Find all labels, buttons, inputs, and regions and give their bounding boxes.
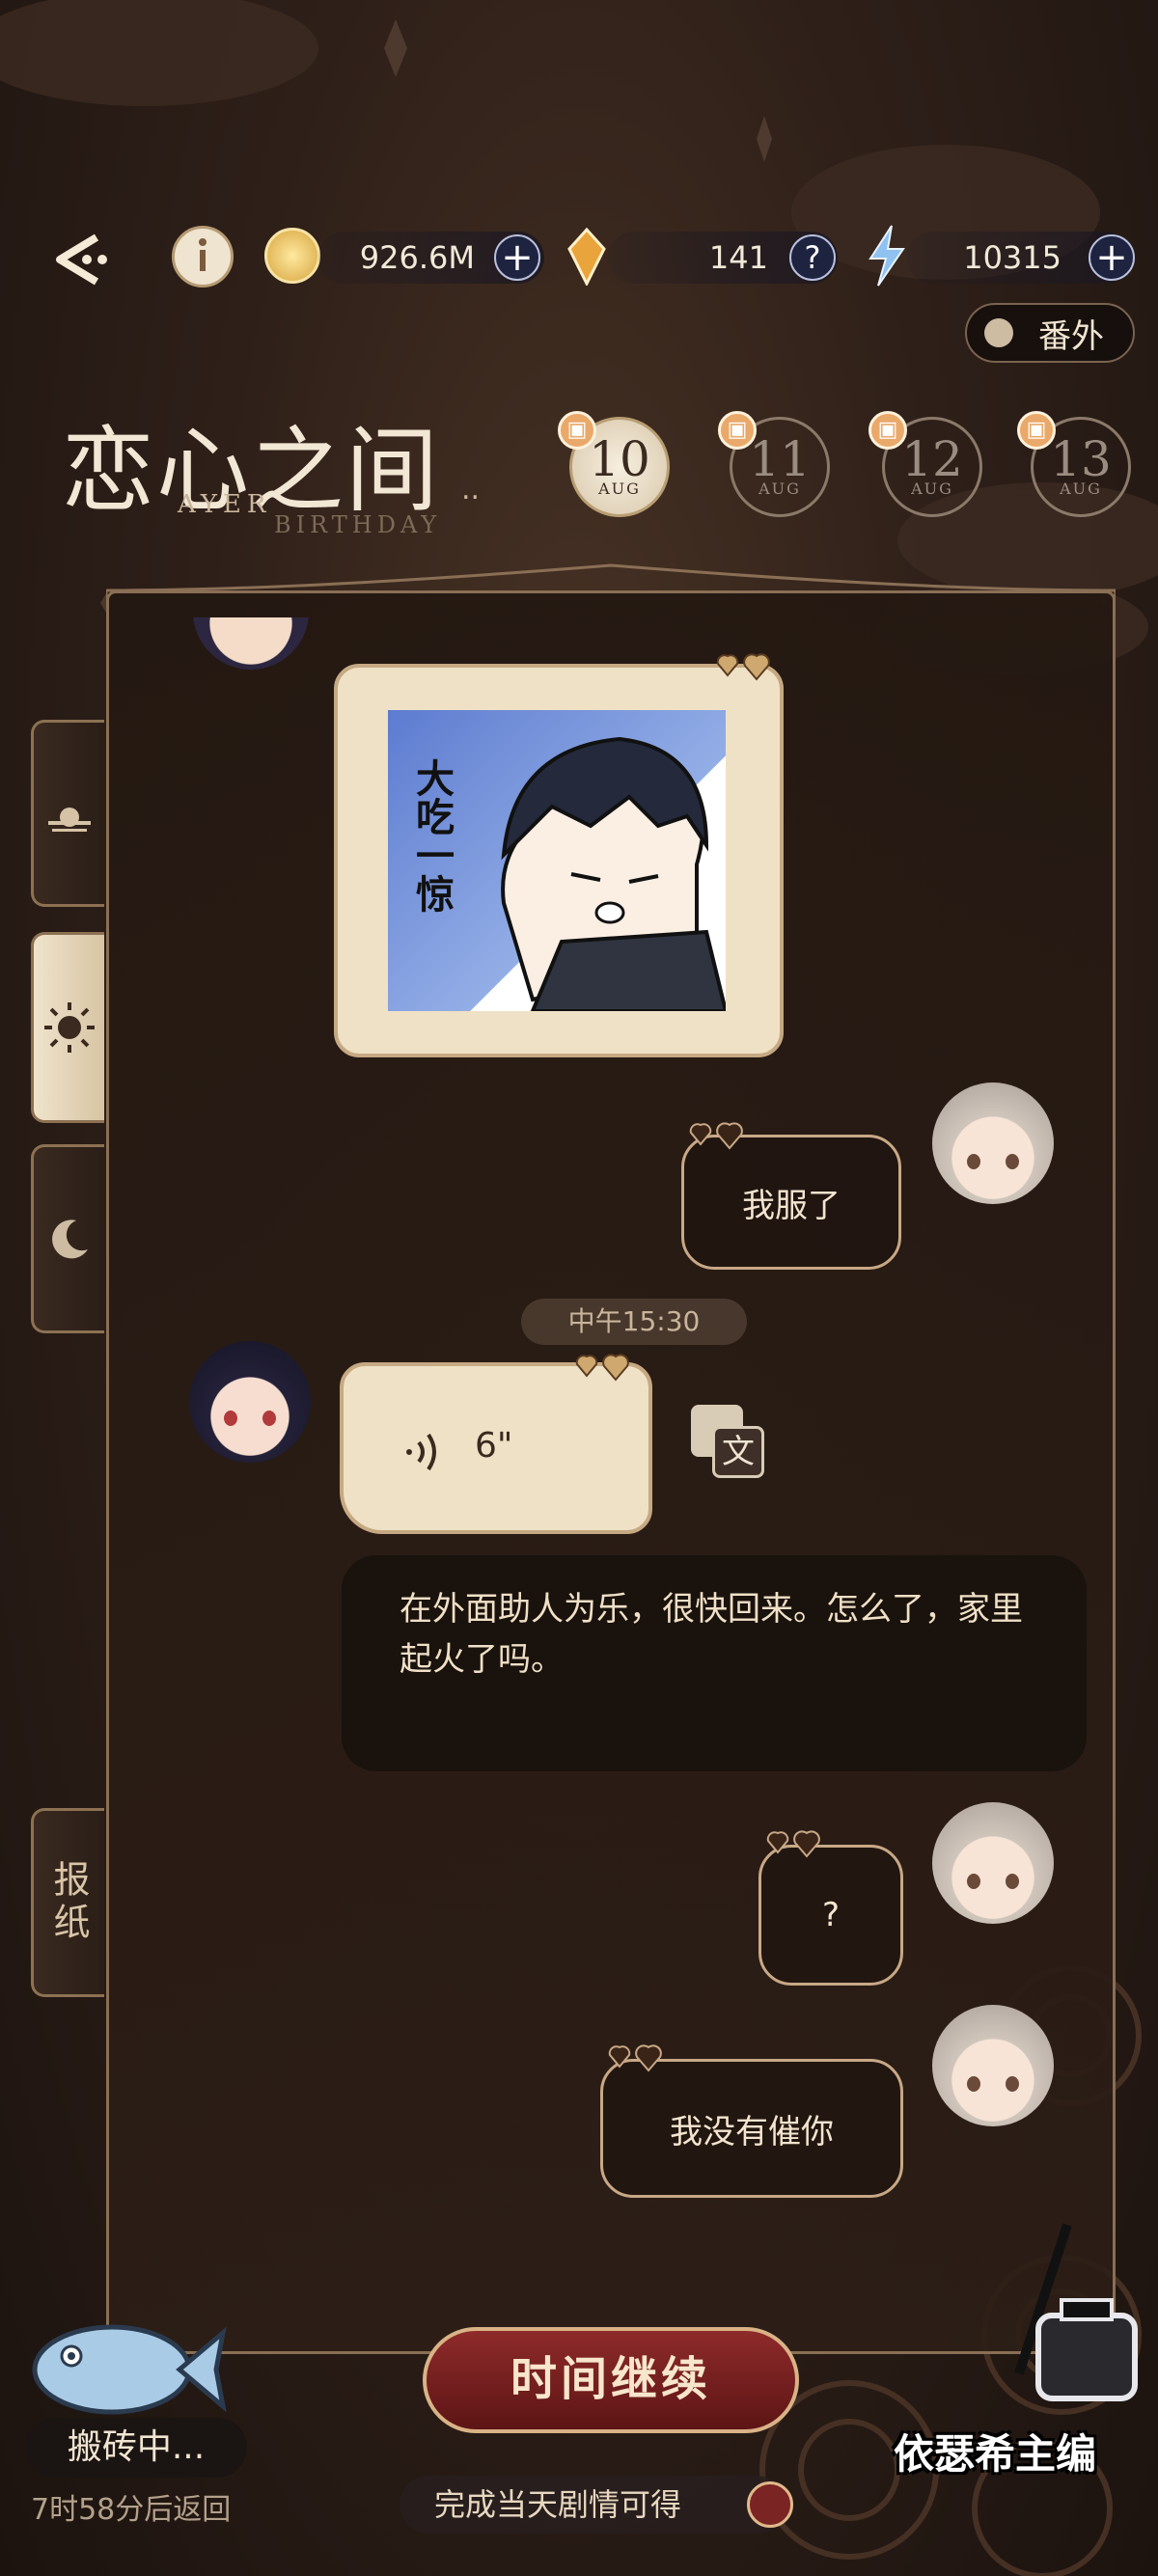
event-title-ellipsis: .. (461, 473, 481, 507)
reward-info[interactable]: 完成当天剧情可得 (400, 2476, 793, 2534)
return-time: 7时58分后返回 (31, 2493, 232, 2527)
time-stamp: 中午15:30 (521, 1299, 747, 1345)
extra-story-button[interactable]: 番外 (965, 303, 1135, 363)
voice-wave-icon (406, 1433, 436, 1471)
add-coins-button[interactable]: + (494, 234, 540, 281)
gem-icon (565, 227, 608, 289)
info-icon (199, 238, 207, 271)
add-energy-button[interactable]: + (1089, 234, 1135, 281)
npc-message-text: 在外面助人为乐，很快回来。怎么了，家里起火了吗。 (400, 1590, 1023, 1679)
date-month: AUG (598, 480, 641, 498)
player-message-bubble[interactable]: 我服了 (681, 1135, 901, 1270)
sticker-bubble[interactable]: 大吃一惊 (334, 664, 784, 1057)
back-arrow-icon (56, 233, 107, 286)
tab-noon[interactable] (31, 932, 104, 1123)
date-month: AUG (1060, 480, 1102, 498)
tab-night[interactable] (31, 1144, 104, 1333)
extra-story-label: 番外 (1038, 316, 1104, 356)
coin-amount: 926.6M (359, 239, 475, 276)
status-pill: 搬砖中... (25, 2418, 247, 2478)
gift-icon: ▣ (868, 411, 907, 450)
ink-pen-icon (975, 2219, 1148, 2416)
translate-voice-button[interactable]: 文 (691, 1405, 766, 1478)
voice-duration: 6" (475, 1426, 513, 1466)
npc-message-bubble[interactable]: 在外面助人为乐，很快回来。怎么了，家里起火了吗。 (342, 1555, 1087, 1771)
coin-icon (264, 228, 320, 284)
sticker-image: 大吃一惊 (388, 710, 726, 1011)
newspaper-label: 报纸 (47, 1860, 90, 1945)
energy-amount: 10315 (963, 239, 1062, 276)
player-message-text: ? (821, 1896, 841, 1934)
sunrise-icon (47, 808, 91, 832)
voice-message-bubble[interactable]: 6" (340, 1362, 652, 1534)
player-avatar[interactable] (932, 1082, 1054, 1204)
npc-avatar-partial (193, 617, 309, 670)
event-subtitle-left: AYER (178, 490, 272, 519)
watermark: 依瑟希主编 (894, 2430, 1097, 2478)
sun-icon (43, 1002, 95, 1053)
gift-icon: ▣ (1017, 411, 1056, 450)
hearts-decoration (575, 1354, 629, 1382)
hearts-decoration (608, 2044, 662, 2072)
back-button[interactable] (39, 226, 112, 293)
hearts-decoration (716, 653, 770, 681)
extra-story-icon (984, 318, 1013, 347)
player-message-bubble[interactable]: ? (758, 1845, 903, 1986)
translate-icon: 文 (712, 1426, 764, 1478)
continue-time-button[interactable]: 时间继续 (423, 2327, 799, 2433)
gift-icon: ▣ (718, 411, 757, 450)
hearts-decoration (689, 1122, 743, 1150)
sticker-text: 大吃一惊 (409, 758, 454, 913)
moon-icon (51, 1219, 88, 1259)
player-avatar[interactable] (932, 2005, 1054, 2126)
gift-icon: ▣ (558, 411, 596, 450)
tab-morning[interactable] (31, 720, 104, 907)
reward-text: 完成当天剧情可得 (434, 2486, 682, 2523)
hearts-decoration (766, 1830, 820, 1858)
player-avatar[interactable] (932, 1802, 1054, 1924)
npc-avatar[interactable] (189, 1341, 311, 1463)
date-month: AUG (758, 480, 801, 498)
status-text: 搬砖中... (67, 2427, 206, 2467)
player-message-bubble[interactable]: 我没有催你 (600, 2059, 903, 2198)
gift-icon (747, 2481, 793, 2528)
date-month: AUG (911, 480, 953, 498)
player-message-text: 我服了 (742, 1186, 841, 1225)
energy-icon (863, 224, 911, 291)
gem-amount: 141 (708, 239, 768, 276)
player-message-text: 我没有催你 (670, 2112, 834, 2151)
tab-newspaper[interactable]: 报纸 (31, 1808, 104, 1997)
info-button[interactable] (172, 226, 234, 288)
event-subtitle-right: BIRTHDAY (274, 511, 442, 538)
gem-help-button[interactable]: ? (789, 234, 836, 281)
